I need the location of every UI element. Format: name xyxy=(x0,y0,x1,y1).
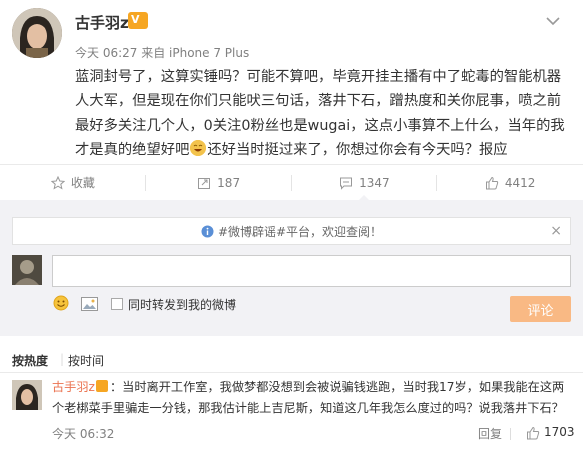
thumbs-up-icon[interactable] xyxy=(526,425,540,440)
info-icon xyxy=(201,225,214,238)
close-icon[interactable]: × xyxy=(550,223,562,239)
sort-by-time-tab[interactable]: 按时间 xyxy=(68,352,104,369)
my-avatar xyxy=(12,255,42,285)
comment-count: 1347 xyxy=(359,175,390,190)
comment-button[interactable]: 1347 xyxy=(292,165,438,201)
action-bar: 收藏 187 1347 4412 xyxy=(0,164,583,201)
laugh-emoji-icon xyxy=(190,139,207,156)
smiley-icon[interactable] xyxy=(53,295,69,311)
comment-text: ：当时离开工作室，我做梦都没想到会被说骗钱逃跑，当时我17岁，如果我能在这两个老… xyxy=(52,380,565,415)
notice-text: #微博辟谣#平台，欢迎查阅！ xyxy=(217,224,383,239)
thumbs-up-icon xyxy=(485,176,499,190)
repost-icon xyxy=(197,176,211,190)
author-avatar[interactable] xyxy=(12,8,62,58)
comment-body: 古手羽z ：当时离开工作室，我做梦都没想到会被说骗钱逃跑，当时我17岁，如果我能在… xyxy=(52,377,572,419)
repost-checkbox[interactable] xyxy=(111,298,123,310)
commenter-name[interactable]: 古手羽z xyxy=(52,380,95,394)
sort-divider: | xyxy=(60,352,65,366)
post-text: 蓝洞封号了，这算实锤吗？可能不算吧，毕竟开挂主播有中了蛇毒的智能机器人大军，但是… xyxy=(75,65,571,162)
divider xyxy=(510,428,511,440)
divider xyxy=(0,372,583,373)
image-icon[interactable] xyxy=(81,296,98,311)
comment-time: 今天 06:32 xyxy=(52,427,115,441)
reply-button[interactable]: 回复 xyxy=(478,425,502,442)
comment-input[interactable] xyxy=(52,255,571,287)
star-icon xyxy=(50,175,66,190)
like-count: 4412 xyxy=(504,175,536,190)
like-button[interactable]: 4412 xyxy=(437,165,583,200)
commenter-avatar[interactable] xyxy=(12,380,42,410)
favorite-button[interactable]: 收藏 xyxy=(0,165,146,200)
author-name[interactable]: 古手羽z xyxy=(75,12,129,33)
repost-checkbox-label[interactable]: 同时转发到我的微博 xyxy=(128,296,236,313)
vip-badge-icon xyxy=(95,380,108,392)
vip-badge-label: V xyxy=(131,13,140,26)
sort-by-hot-tab[interactable]: 按热度 xyxy=(12,352,48,369)
comment-like-count: 1703 xyxy=(544,425,575,439)
repost-count: 187 xyxy=(217,175,241,190)
vip-badge-icon[interactable]: V xyxy=(128,12,148,29)
repost-button[interactable]: 187 xyxy=(146,165,292,200)
chevron-down-icon[interactable] xyxy=(545,12,561,26)
notice-banner[interactable]: #微博辟谣#平台，欢迎查阅！ × xyxy=(12,217,571,245)
post-meta: 今天 06:27 来自 iPhone 7 Plus xyxy=(75,46,250,60)
post-text-part-2: 还好当时挺过来了，你想过你会有今天吗？报应 xyxy=(207,141,508,158)
comment-icon xyxy=(339,176,353,190)
favorite-label: 收藏 xyxy=(70,176,95,190)
submit-comment-button[interactable]: 评论 xyxy=(510,296,571,322)
